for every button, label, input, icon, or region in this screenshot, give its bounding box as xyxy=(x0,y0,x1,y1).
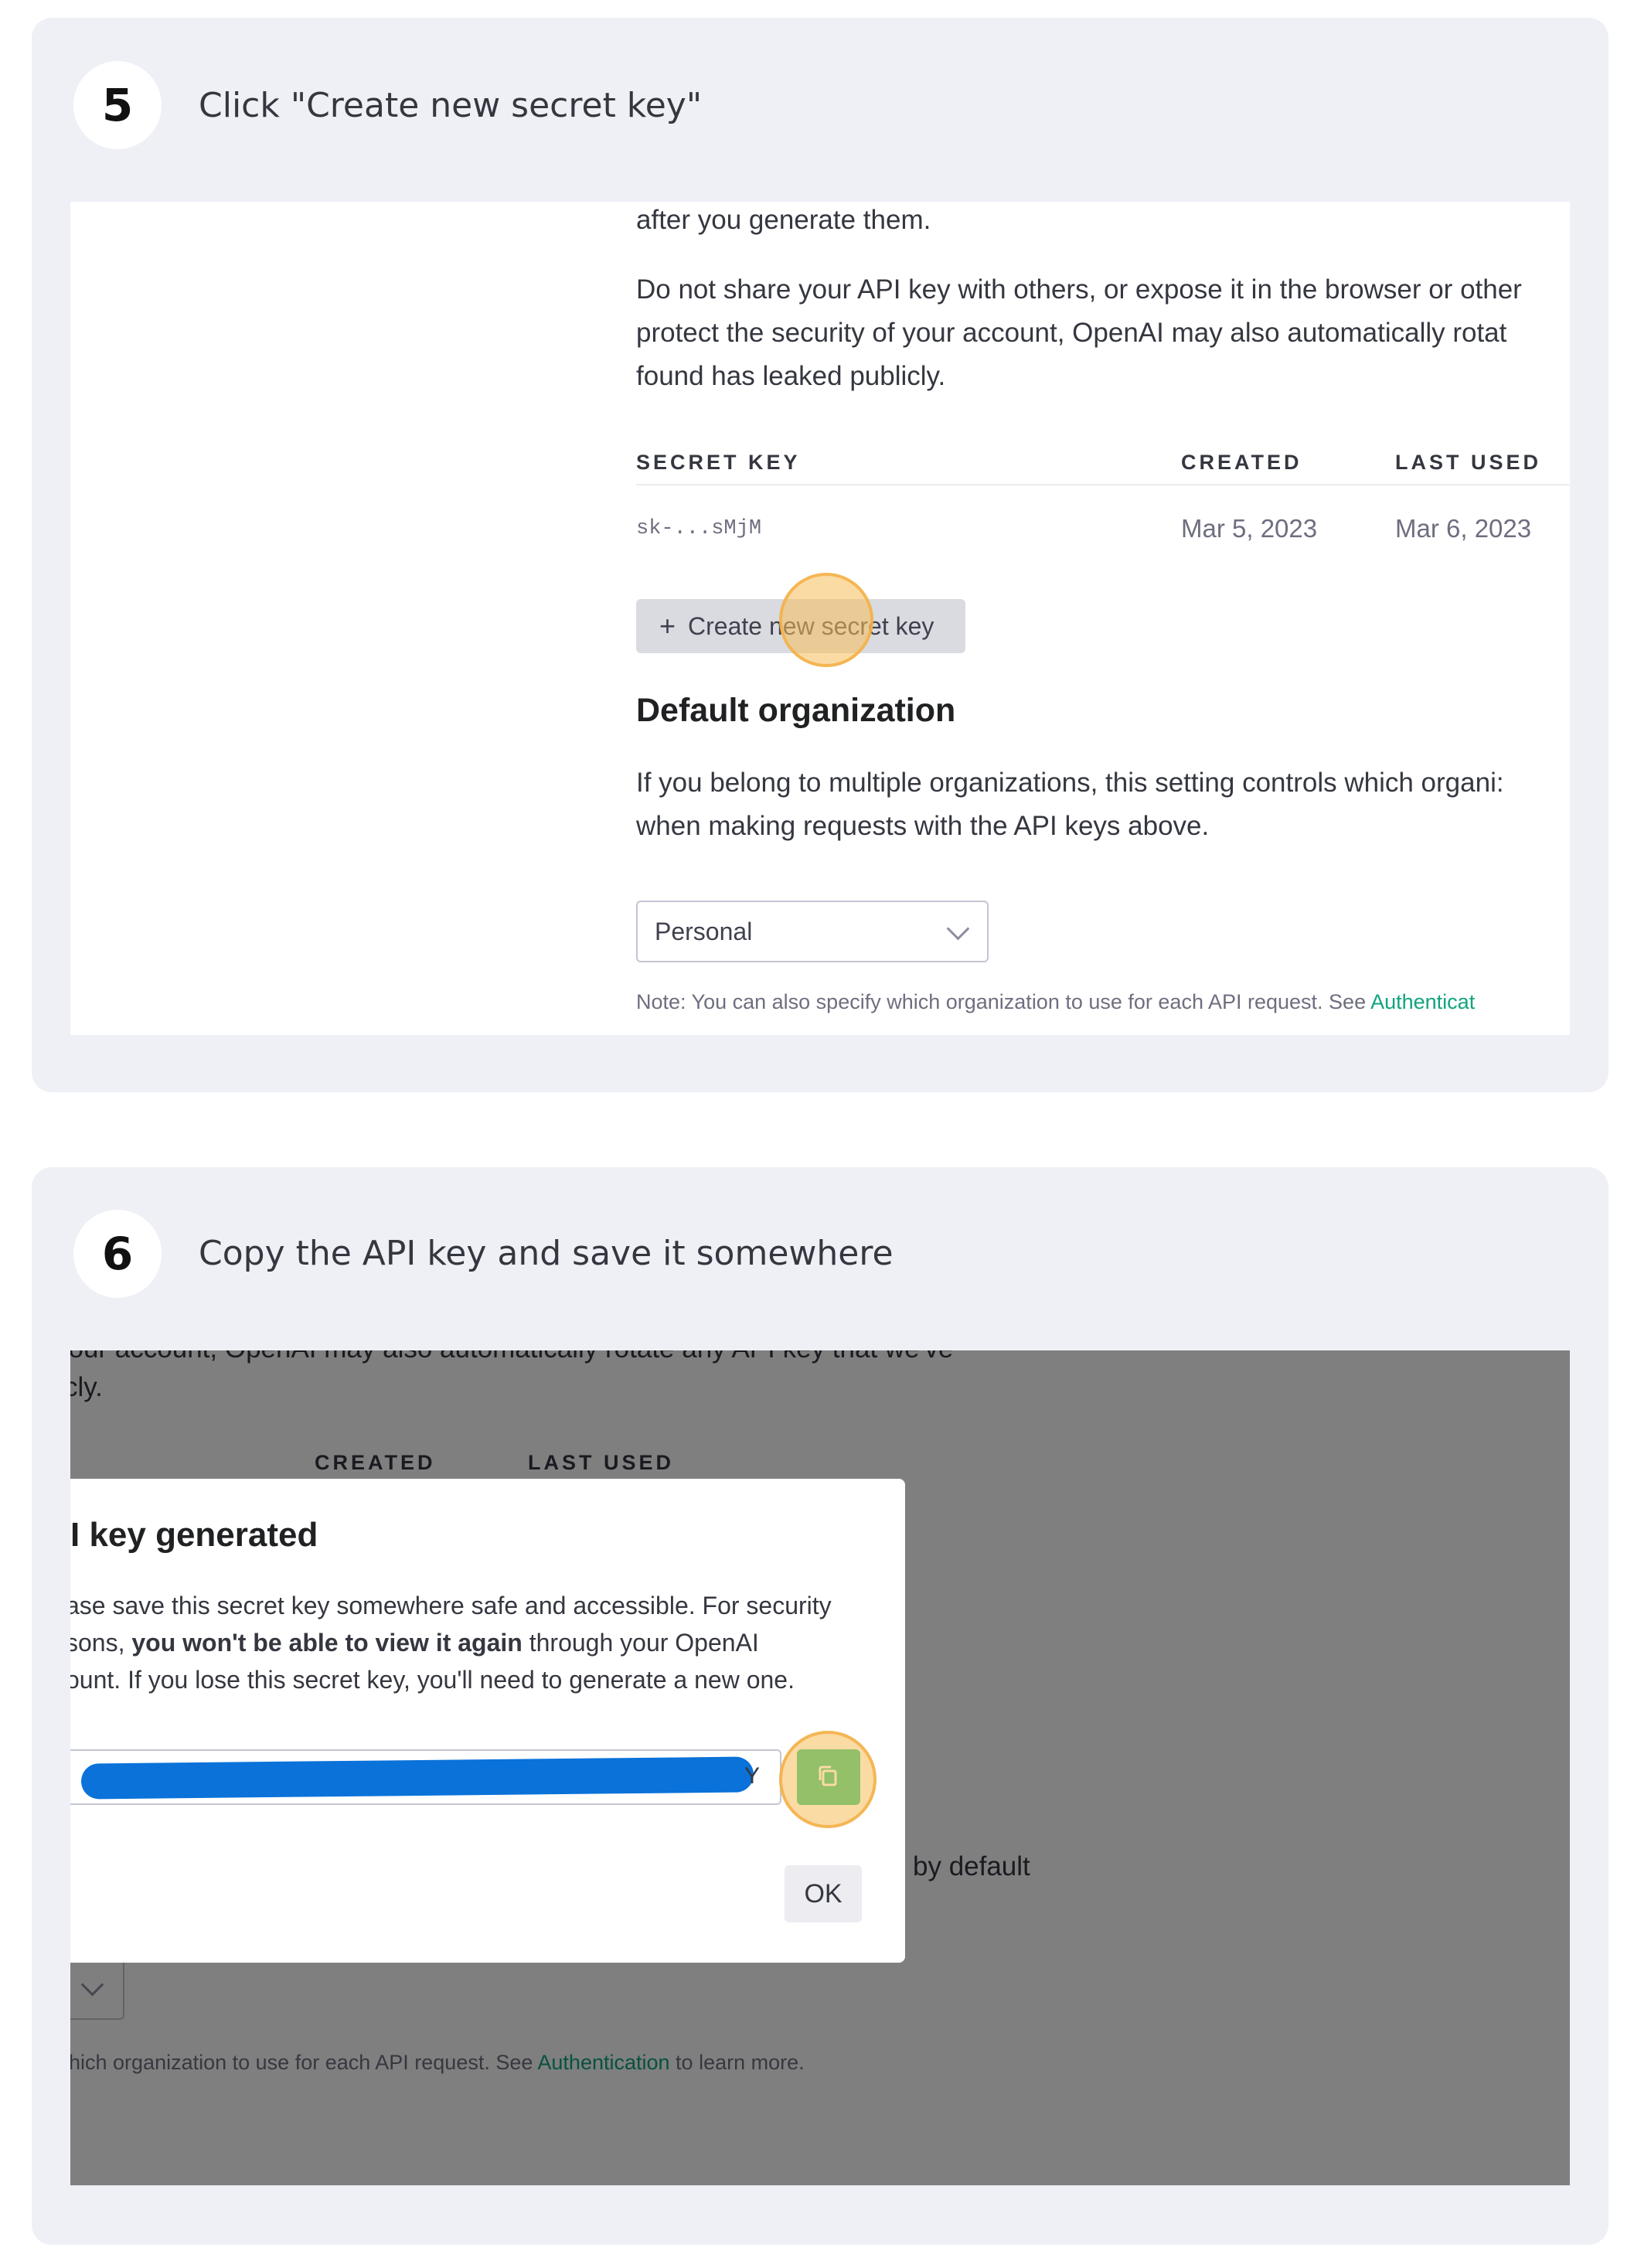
modal-line2-suffix: through your OpenAI xyxy=(529,1629,759,1657)
modal-line2-bold: you won't be able to view it again xyxy=(131,1629,523,1657)
column-header-created: CREATED xyxy=(1181,451,1302,474)
step-5-screenshot: after you generate them. Do not share yo… xyxy=(70,202,1570,1035)
step-6-screenshot: your account, OpenAI may also automatica… xyxy=(70,1350,1570,2185)
warning-text-line: Do not share your API key with others, o… xyxy=(636,274,1522,305)
modal-text-line: ount. If you lose this secret key, you'l… xyxy=(70,1666,795,1694)
secret-key-value: sk-...sMjM xyxy=(636,517,762,540)
step-number: 5 xyxy=(73,61,162,149)
step-title: Click "Create new secret key" xyxy=(199,86,703,125)
key-tail: Y xyxy=(744,1763,761,1789)
redaction-mark xyxy=(80,1756,754,1800)
default-org-text-line: If you belong to multiple organizations,… xyxy=(636,768,1504,798)
modal-text-line: sons, you won't be able to view it again… xyxy=(70,1629,759,1657)
step-title: Copy the API key and save it somewhere xyxy=(199,1234,894,1273)
column-header-last-used: LAST USED xyxy=(1395,451,1542,474)
note-text: Note: You can also specify which organiz… xyxy=(636,990,1475,1014)
click-highlight xyxy=(779,1731,877,1828)
modal-title: I key generated xyxy=(70,1516,318,1554)
chevron-down-icon xyxy=(946,917,970,941)
click-highlight xyxy=(779,573,873,667)
organization-select[interactable]: Personal xyxy=(636,901,989,962)
default-org-text-line: when making requests with the API keys a… xyxy=(636,811,1210,841)
ok-button[interactable]: OK xyxy=(785,1865,862,1922)
modal-line2-prefix: sons, xyxy=(70,1629,125,1657)
created-date: Mar 5, 2023 xyxy=(1181,514,1318,543)
default-organization-heading: Default organization xyxy=(636,692,956,729)
step-card-6: 6 Copy the API key and save it somewhere… xyxy=(32,1167,1608,2245)
warning-text-line: protect the security of your account, Op… xyxy=(636,318,1507,348)
column-header-secret-key: SECRET KEY xyxy=(636,451,801,474)
api-key-field[interactable]: Y xyxy=(70,1749,781,1805)
warning-text-line: found has leaked publicly. xyxy=(636,361,946,391)
last-used-date: Mar 6, 2023 xyxy=(1395,514,1532,543)
step-card-5: 5 Click "Create new secret key" after yo… xyxy=(32,18,1608,1092)
note-prefix: Note: You can also specify which organiz… xyxy=(636,990,1367,1013)
select-value: Personal xyxy=(655,918,753,945)
plus-icon: + xyxy=(659,610,676,642)
api-key-generated-modal: I key generated ase save this secret key… xyxy=(70,1479,905,1963)
step-number: 6 xyxy=(73,1210,162,1298)
intro-text: after you generate them. xyxy=(636,205,931,235)
authentication-link[interactable]: Authenticat xyxy=(1370,990,1475,1013)
table-divider xyxy=(636,484,1570,485)
modal-text-line: ase save this secret key somewhere safe … xyxy=(70,1592,832,1619)
